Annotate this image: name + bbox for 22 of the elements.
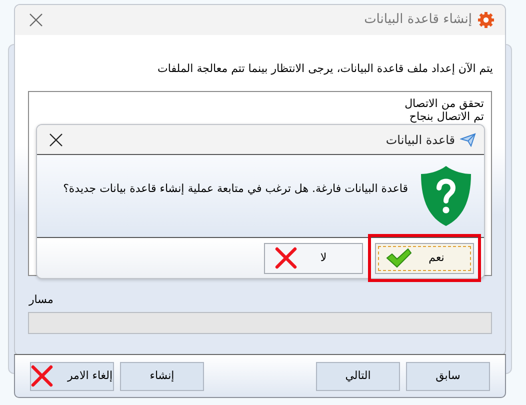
window-title: إنشاء قاعدة البيانات	[364, 11, 472, 30]
yes-button[interactable]: نعم	[375, 242, 474, 274]
gear-icon	[477, 11, 495, 29]
path-field[interactable]	[28, 312, 492, 334]
dialog-button[interactable]: إنشاء	[120, 362, 204, 390]
path-label: مسار	[29, 292, 54, 306]
close-icon	[49, 132, 63, 146]
instruction-text: يتم الآن إعداد ملف قاعدة البيانات، يرجى الانتظار بينما تتم معالجة الملفات	[158, 62, 493, 75]
log-line: تحقق من الاتصال	[404, 96, 484, 110]
check-icon	[386, 248, 412, 268]
shield-question-icon	[418, 164, 474, 228]
dialog-button[interactable]: سابق	[406, 362, 490, 390]
log-line: تم الاتصال بنجاح	[408, 110, 484, 122]
cancel-button[interactable]: إلغاء الامر	[30, 362, 114, 390]
cross-icon	[275, 247, 297, 269]
cross-icon	[31, 365, 54, 387]
close-icon	[29, 13, 43, 27]
message-box-title: قاعدة البيانات	[386, 132, 455, 148]
paper-plane-icon	[460, 132, 476, 146]
dialog-button[interactable]: التالي	[316, 362, 400, 390]
no-button[interactable]: لا	[264, 242, 363, 274]
message-text: قاعدة البيانات فارغة. هل ترغب في متابعة عملية إنشاء قاعدة بيانات جديدة؟	[63, 180, 408, 197]
